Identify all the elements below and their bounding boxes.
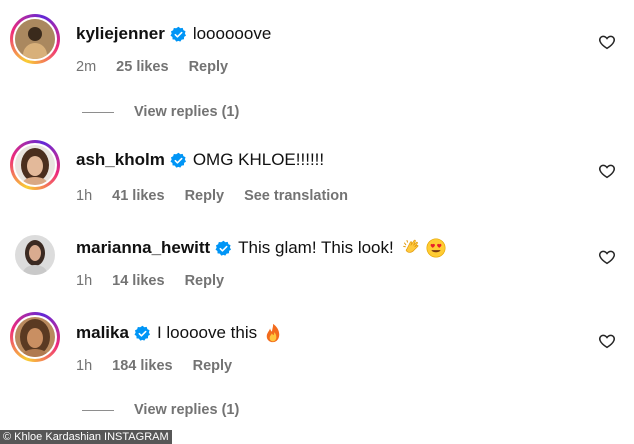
- reply-button[interactable]: Reply: [185, 188, 225, 204]
- view-replies-button[interactable]: View replies (1): [82, 104, 239, 120]
- avatar-kyliejenner: [15, 19, 55, 59]
- view-replies-label: View replies (1): [134, 104, 240, 120]
- fire-emoji: [263, 323, 283, 343]
- comment-text: OMG KHLOE!!!!!!: [192, 150, 325, 169]
- divider: [82, 409, 114, 411]
- timestamp: 1h: [76, 188, 93, 204]
- see-translation-button[interactable]: See translation: [244, 188, 348, 204]
- avatar[interactable]: [10, 230, 60, 280]
- likes-count[interactable]: 14 likes: [112, 273, 164, 289]
- view-replies-button[interactable]: View replies (1): [82, 402, 239, 418]
- verified-badge-icon: [134, 325, 151, 342]
- avatar-ash-kholm: [15, 145, 55, 185]
- avatar[interactable]: [10, 140, 60, 190]
- comment-text: I loooove this: [156, 323, 258, 342]
- username[interactable]: marianna_hewitt: [76, 238, 210, 258]
- view-replies-label: View replies (1): [134, 402, 240, 418]
- avatar[interactable]: [10, 312, 60, 362]
- heart-eyes-emoji: [426, 238, 446, 258]
- username[interactable]: malika: [76, 323, 129, 343]
- timestamp: 1h: [76, 273, 93, 289]
- likes-count[interactable]: 41 likes: [112, 188, 164, 204]
- verified-badge-icon: [170, 152, 187, 169]
- heart-outline-icon[interactable]: [598, 162, 616, 180]
- timestamp: 2m: [76, 59, 97, 75]
- clapping-hands-emoji: [402, 238, 422, 258]
- reply-button[interactable]: Reply: [193, 358, 233, 374]
- reply-button[interactable]: Reply: [185, 273, 225, 289]
- heart-outline-icon[interactable]: [598, 248, 616, 266]
- heart-outline-icon[interactable]: [598, 33, 616, 51]
- photo-credit: © Khloe Kardashian INSTAGRAM: [0, 430, 172, 444]
- username[interactable]: ash_kholm: [76, 150, 165, 170]
- avatar-marianna-hewitt: [15, 235, 55, 275]
- divider: [82, 111, 114, 113]
- reply-button[interactable]: Reply: [189, 59, 229, 75]
- likes-count[interactable]: 184 likes: [112, 358, 172, 374]
- comment-text: loooooove: [192, 24, 272, 43]
- avatar[interactable]: [10, 14, 60, 64]
- username[interactable]: kyliejenner: [76, 24, 165, 44]
- timestamp: 1h: [76, 358, 93, 374]
- likes-count[interactable]: 25 likes: [116, 59, 168, 75]
- verified-badge-icon: [215, 240, 232, 257]
- heart-outline-icon[interactable]: [598, 332, 616, 350]
- comment-text: This glam! This look!: [238, 238, 394, 257]
- avatar-malika: [15, 317, 55, 357]
- verified-badge-icon: [170, 26, 187, 43]
